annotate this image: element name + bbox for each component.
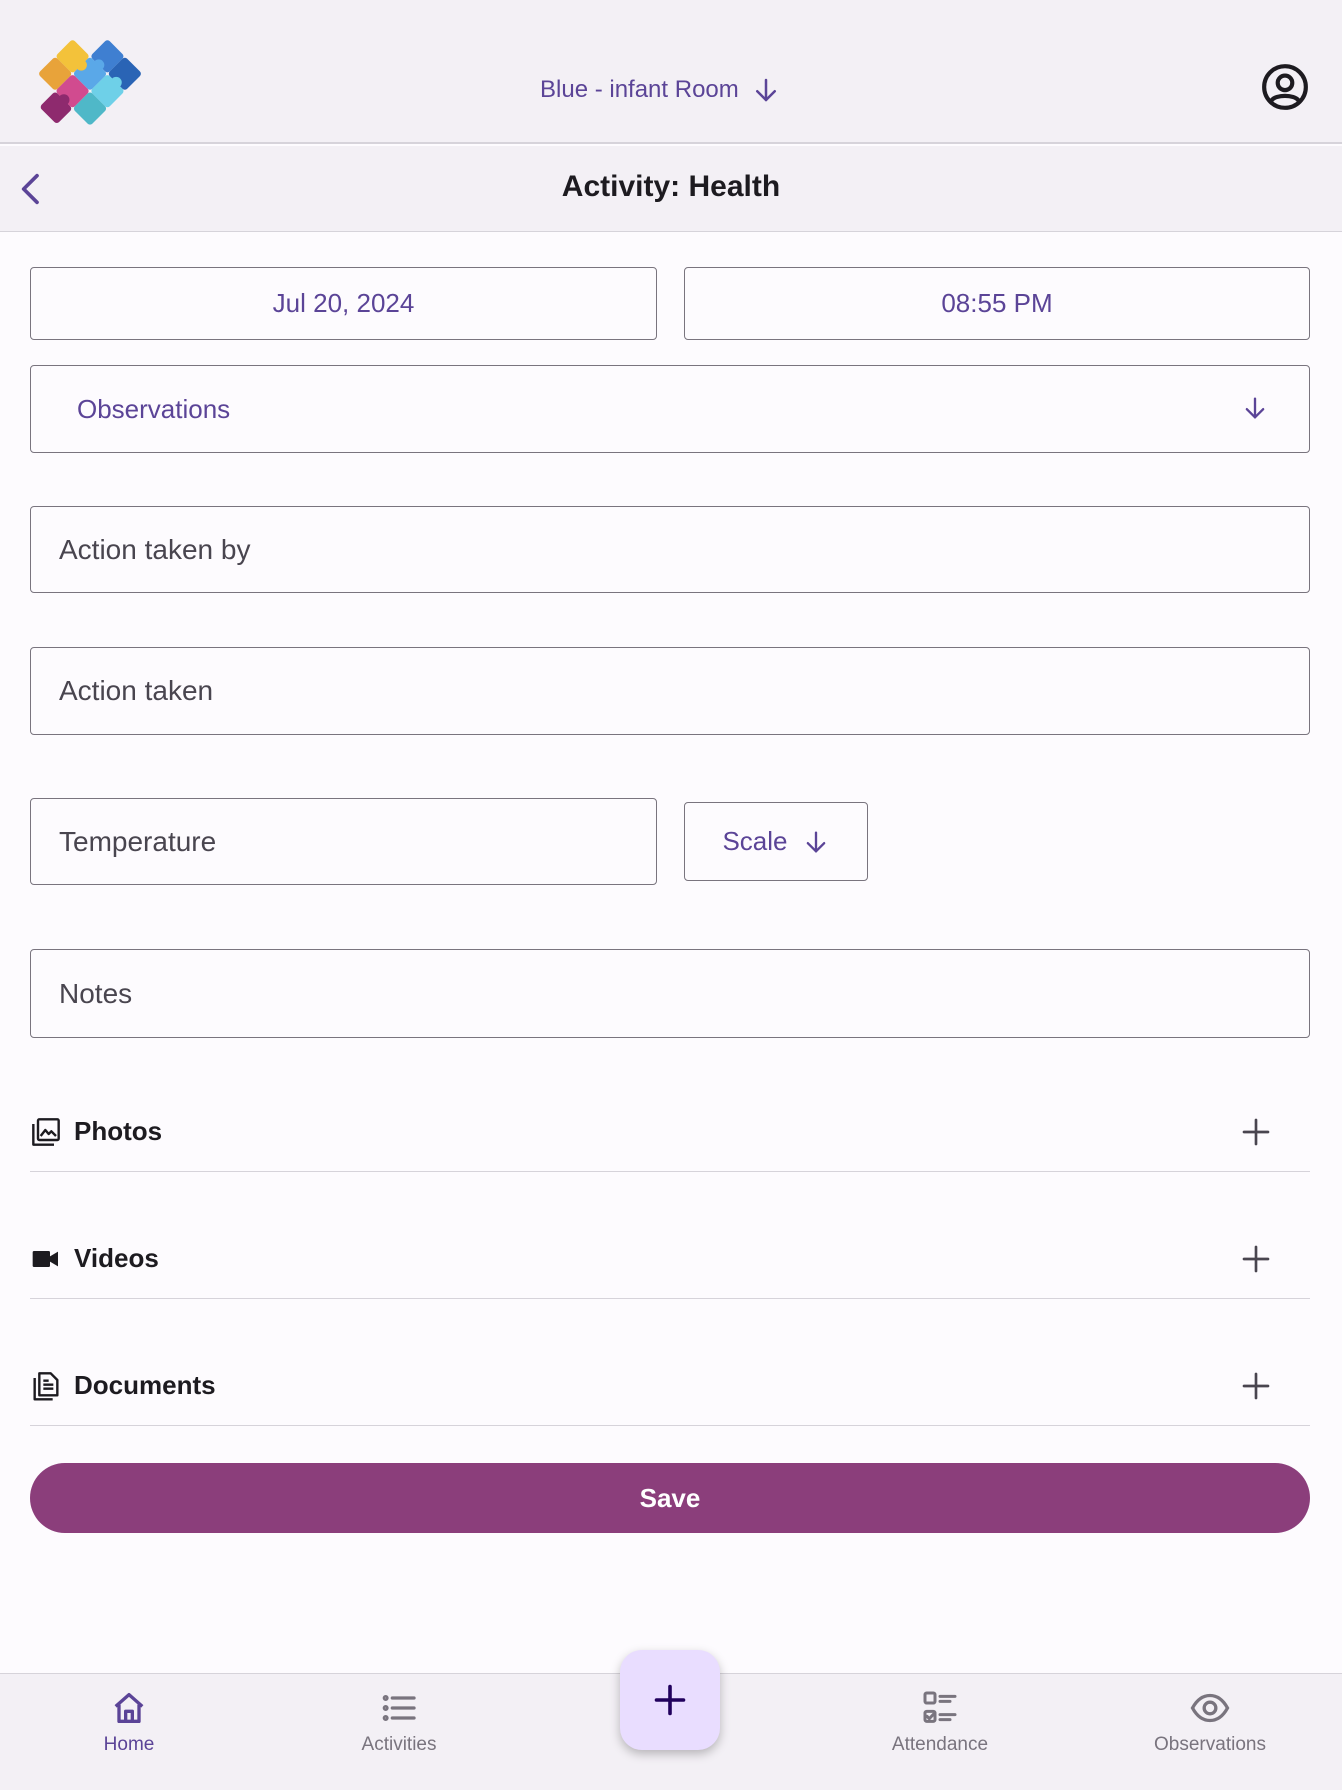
temperature-placeholder: Temperature bbox=[59, 825, 217, 857]
add-photo-icon[interactable] bbox=[1240, 1116, 1272, 1148]
checklist-icon bbox=[923, 1691, 957, 1723]
account-circle-icon[interactable] bbox=[1260, 62, 1310, 112]
arrow-down-icon bbox=[755, 78, 776, 102]
home-icon bbox=[114, 1693, 144, 1723]
plus-icon bbox=[654, 1684, 686, 1716]
temperature-field[interactable]: Temperature bbox=[30, 798, 657, 885]
scale-label: Scale bbox=[722, 826, 788, 856]
photos-label: Photos bbox=[74, 1116, 163, 1146]
date-picker-button[interactable]: Jul 20, 2024 bbox=[30, 267, 657, 340]
documents-row: Documents bbox=[30, 1346, 1310, 1426]
document-icon bbox=[33, 1371, 59, 1401]
save-button[interactable]: Save bbox=[30, 1463, 1310, 1533]
arrow-down-icon bbox=[806, 831, 825, 852]
videos-label: Videos bbox=[74, 1243, 159, 1273]
puzzle-logo bbox=[39, 40, 141, 125]
nav-observations[interactable]: Observations bbox=[1110, 1688, 1310, 1756]
category-select-value: Observations bbox=[77, 393, 231, 424]
photos-row: Photos bbox=[30, 1092, 1310, 1172]
room-selector[interactable]: Blue - infant Room bbox=[540, 70, 781, 110]
page-title: Activity: Health bbox=[561, 170, 781, 203]
photo-library-icon bbox=[32, 1117, 60, 1146]
action-taken-by-placeholder: Action taken by bbox=[59, 533, 251, 565]
nav-observations-label: Observations bbox=[1154, 1734, 1266, 1755]
list-icon bbox=[382, 1694, 416, 1722]
videos-row: Videos bbox=[30, 1219, 1310, 1299]
nav-attendance[interactable]: Attendance bbox=[840, 1688, 1040, 1756]
sub-header: Activity: Health bbox=[0, 146, 1342, 232]
room-selector-label: Blue - infant Room bbox=[540, 76, 739, 103]
nav-home[interactable]: Home bbox=[29, 1688, 229, 1756]
category-select[interactable]: Observations bbox=[30, 365, 1310, 453]
top-app-bar: Blue - infant Room bbox=[0, 0, 1342, 144]
add-document-icon[interactable] bbox=[1240, 1370, 1272, 1402]
action-taken-field[interactable]: Action taken bbox=[30, 647, 1310, 735]
date-value: Jul 20, 2024 bbox=[272, 288, 415, 318]
arrow-down-icon bbox=[1245, 397, 1265, 419]
action-taken-by-field[interactable]: Action taken by bbox=[30, 506, 1310, 593]
documents-label: Documents bbox=[74, 1370, 216, 1400]
add-video-icon[interactable] bbox=[1240, 1243, 1272, 1275]
nav-home-label: Home bbox=[103, 1734, 155, 1755]
nav-attendance-label: Attendance bbox=[891, 1734, 989, 1755]
notes-field[interactable]: Notes bbox=[30, 949, 1310, 1038]
time-value: 08:55 PM bbox=[941, 288, 1053, 318]
scale-dropdown-button[interactable]: Scale bbox=[684, 802, 868, 881]
time-picker-button[interactable]: 08:55 PM bbox=[684, 267, 1310, 340]
eye-icon bbox=[1190, 1693, 1230, 1723]
add-fab-button[interactable] bbox=[620, 1650, 720, 1750]
notes-placeholder: Notes bbox=[59, 977, 133, 1009]
videocam-icon bbox=[32, 1250, 58, 1267]
action-taken-placeholder: Action taken bbox=[59, 675, 214, 706]
nav-activities[interactable]: Activities bbox=[299, 1688, 499, 1756]
nav-activities-label: Activities bbox=[361, 1734, 437, 1755]
